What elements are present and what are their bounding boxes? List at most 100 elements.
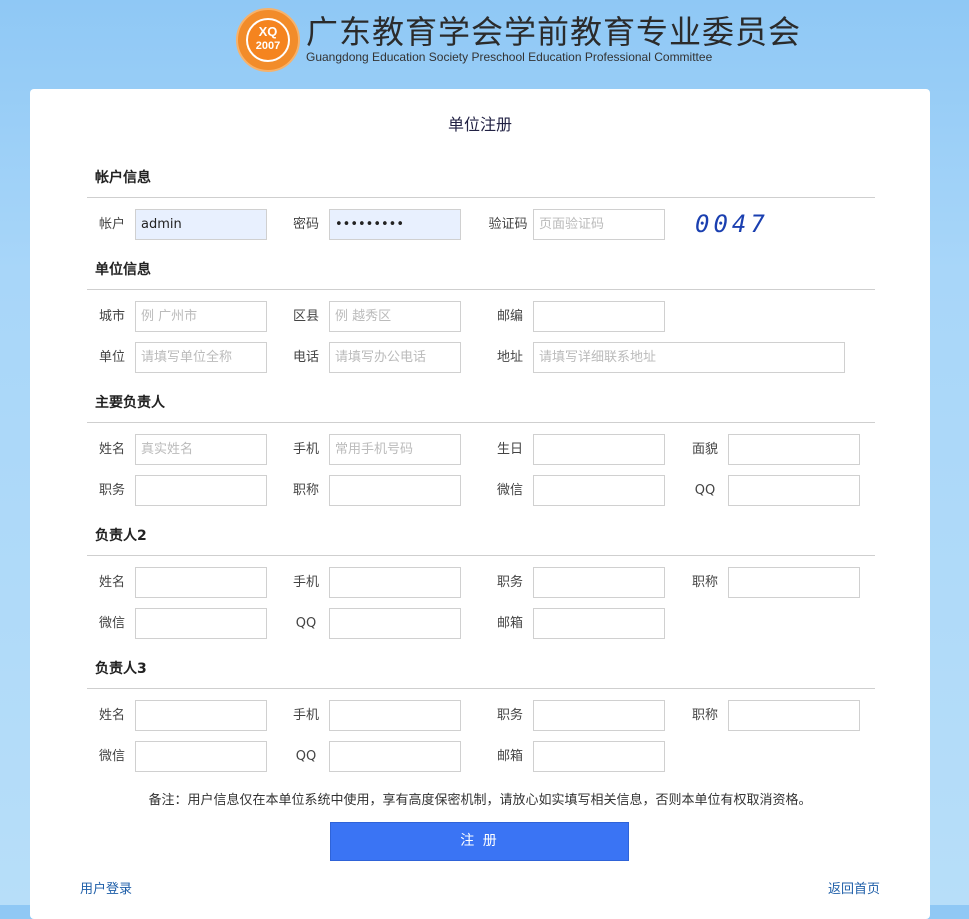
home-link[interactable]: 返回首页 — [828, 878, 880, 897]
name-input[interactable] — [135, 700, 267, 731]
wechat-label: 微信 — [98, 749, 125, 764]
duty-label: 职务 — [496, 575, 523, 590]
logo-text: XQ — [258, 24, 278, 39]
wechat-input[interactable] — [135, 608, 267, 639]
zip-label: 邮编 — [496, 309, 523, 324]
rank-input[interactable] — [728, 700, 860, 731]
mobile-label: 手机 — [292, 708, 319, 723]
section-title: 主要负责人 — [95, 395, 165, 411]
section-title: 负责人3 — [95, 661, 147, 677]
section-title: 帐户信息 — [95, 170, 151, 186]
mobile-label: 手机 — [292, 575, 319, 590]
logo-badge: XQ 2007 — [246, 18, 290, 62]
brand-title-cn: 广东教育学会学前教育专业委员会 — [306, 13, 802, 51]
duty-input[interactable] — [135, 475, 267, 506]
form-row: 姓名 手机 职务 职称 — [95, 700, 875, 731]
form-row: 微信 QQ 邮箱 — [95, 741, 875, 772]
birthday-label: 生日 — [496, 442, 523, 457]
birthday-input[interactable] — [533, 434, 665, 465]
page-title: 单位注册 — [447, 115, 512, 134]
form-row: 职务 职称 微信 QQ — [95, 475, 875, 506]
address-label: 地址 — [496, 350, 523, 365]
section-lead3: 负责人3 姓名 手机 职务 职称 微信 QQ 邮箱 — [87, 658, 875, 772]
mobile-input[interactable] — [329, 567, 461, 598]
email-label: 邮箱 — [496, 616, 523, 631]
wechat-label: 微信 — [98, 616, 125, 631]
captcha-input[interactable]: 页面验证码 — [533, 209, 665, 240]
name-label: 姓名 — [98, 708, 125, 723]
city-label: 城市 — [98, 309, 125, 324]
email-label: 邮箱 — [496, 749, 523, 764]
mobile-input[interactable]: 常用手机号码 — [329, 434, 461, 465]
section-unit: 单位信息 城市 例 广州市 区县 例 越秀区 邮编 单位 请填写单位全称 电话 … — [87, 259, 875, 373]
privacy-note: 备注：用户信息仅在本单位系统中使用，享有高度保密机制，请放心如实填写相关信息，否… — [148, 793, 812, 808]
email-input[interactable] — [533, 741, 665, 772]
mobile-input[interactable] — [329, 700, 461, 731]
rank-label: 职称 — [691, 708, 718, 723]
unit-name-input[interactable]: 请填写单位全称 — [135, 342, 267, 373]
phone-input[interactable]: 请填写办公电话 — [329, 342, 461, 373]
district-input[interactable]: 例 越秀区 — [329, 301, 461, 332]
wechat-input[interactable] — [533, 475, 665, 506]
qq-label: QQ — [295, 749, 317, 764]
login-link[interactable]: 用户登录 — [80, 878, 132, 897]
qq-label: QQ — [295, 616, 317, 631]
district-label: 区县 — [292, 309, 319, 324]
divider — [87, 555, 875, 556]
rank-input[interactable] — [728, 567, 860, 598]
divider — [87, 197, 875, 198]
rank-input[interactable] — [329, 475, 461, 506]
logo-year: 2007 — [255, 40, 281, 52]
email-input[interactable] — [533, 608, 665, 639]
register-button[interactable]: 注 册 — [330, 822, 629, 861]
wechat-input[interactable] — [135, 741, 267, 772]
phone-label: 电话 — [292, 350, 319, 365]
header: XQ 2007 广东教育学会学前教育专业委员会 Guangdong Educat… — [0, 0, 969, 85]
qq-input[interactable] — [728, 475, 860, 506]
qq-input[interactable] — [329, 608, 461, 639]
section-lead2: 负责人2 姓名 手机 职务 职称 微信 QQ 邮箱 — [87, 525, 875, 639]
name-label: 姓名 — [98, 442, 125, 457]
duty-input[interactable] — [533, 567, 665, 598]
brand-title-en: Guangdong Education Society Preschool Ed… — [306, 50, 713, 64]
password-input[interactable]: ••••••••• — [329, 209, 461, 240]
qq-label: QQ — [694, 483, 716, 498]
name-input[interactable] — [135, 567, 267, 598]
politics-label: 面貌 — [691, 442, 718, 457]
form-row: 城市 例 广州市 区县 例 越秀区 邮编 — [95, 301, 875, 332]
form-row: 单位 请填写单位全称 电话 请填写办公电话 地址 请填写详细联系地址 — [95, 342, 875, 373]
password-label: 密码 — [292, 217, 319, 232]
city-input[interactable]: 例 广州市 — [135, 301, 267, 332]
qq-input[interactable] — [329, 741, 461, 772]
rank-label: 职称 — [691, 575, 718, 590]
form-row: 姓名 手机 职务 职称 — [95, 567, 875, 598]
form-row: 姓名 真实姓名 手机 常用手机号码 生日 面貌 — [95, 434, 875, 465]
captcha-label: 验证码 — [488, 217, 528, 232]
zip-input[interactable] — [533, 301, 665, 332]
section-title: 负责人2 — [95, 528, 147, 544]
section-title: 单位信息 — [95, 262, 151, 278]
name-input[interactable]: 真实姓名 — [135, 434, 267, 465]
name-label: 姓名 — [98, 575, 125, 590]
duty-label: 职务 — [496, 708, 523, 723]
rank-label: 职称 — [292, 483, 319, 498]
account-label: 帐户 — [98, 217, 125, 232]
section-account: 帐户信息 帐户 admin 密码 ••••••••• 验证码 页面验证码 004… — [87, 167, 875, 240]
duty-input[interactable] — [533, 700, 665, 731]
mobile-label: 手机 — [292, 442, 319, 457]
form-row: 帐户 admin 密码 ••••••••• 验证码 页面验证码 0047 — [95, 209, 875, 240]
unit-label: 单位 — [98, 350, 125, 365]
logo: XQ 2007 — [236, 8, 300, 72]
registration-card: 单位注册 帐户信息 帐户 admin 密码 ••••••••• 验证码 页面验证… — [30, 89, 930, 919]
duty-label: 职务 — [98, 483, 125, 498]
divider — [87, 688, 875, 689]
section-lead: 主要负责人 姓名 真实姓名 手机 常用手机号码 生日 面貌 职务 职称 微信 Q… — [87, 392, 875, 506]
politics-input[interactable] — [728, 434, 860, 465]
address-input[interactable]: 请填写详细联系地址 — [533, 342, 845, 373]
wechat-label: 微信 — [496, 483, 523, 498]
captcha-image[interactable]: 0047 — [695, 209, 769, 240]
form-row: 微信 QQ 邮箱 — [95, 608, 875, 639]
account-input[interactable]: admin — [135, 209, 267, 240]
divider — [87, 422, 875, 423]
divider — [87, 289, 875, 290]
